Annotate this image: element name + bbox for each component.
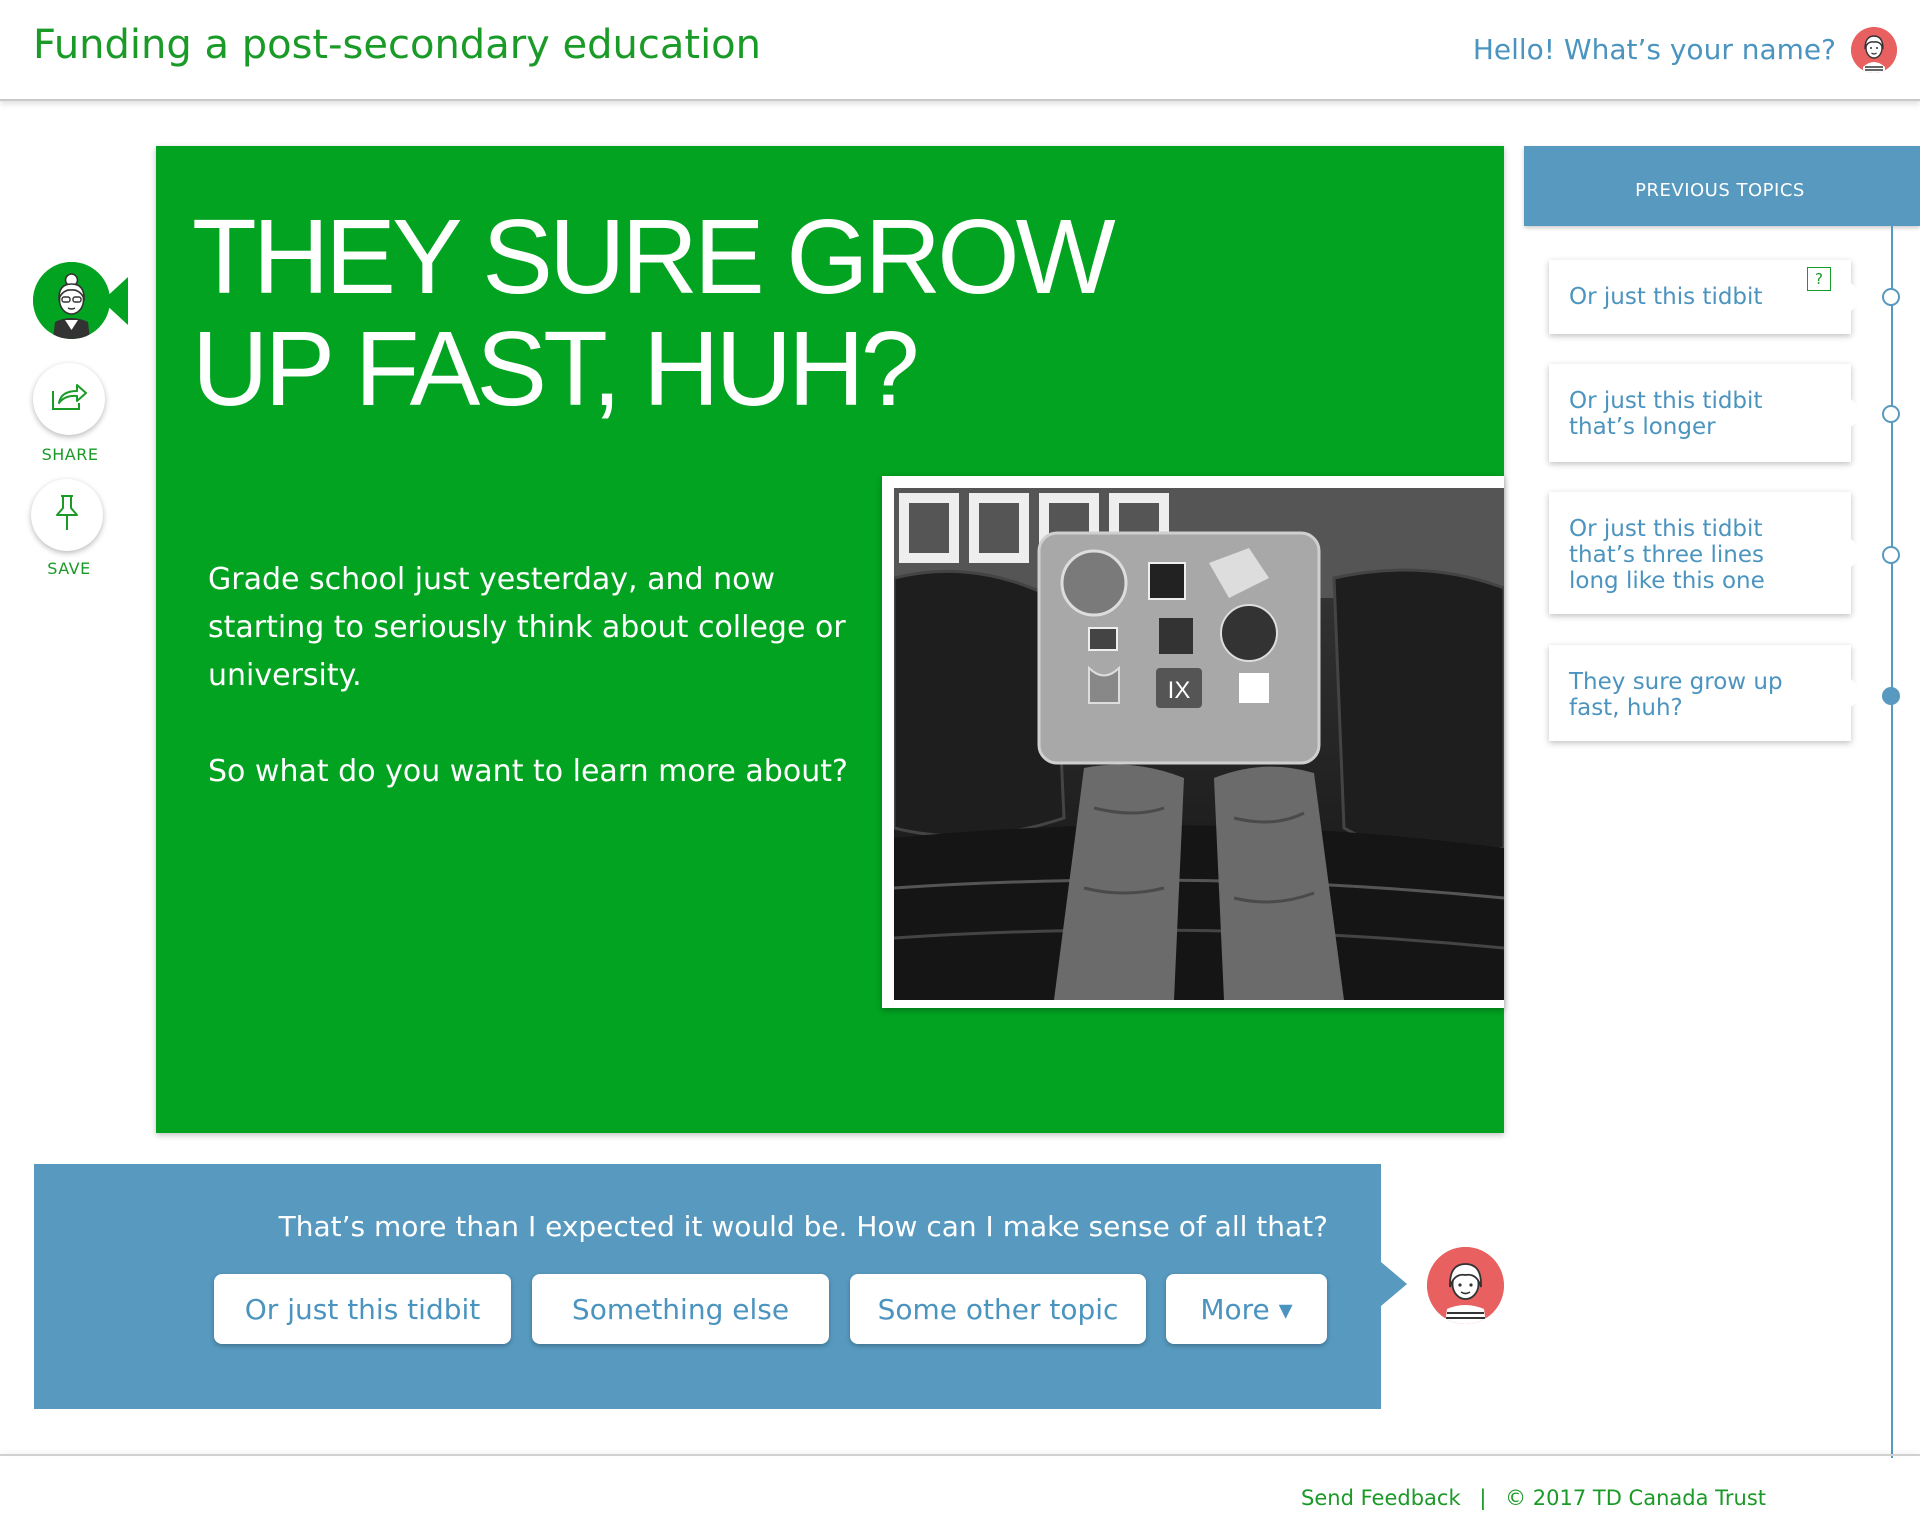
save-label: SAVE [47, 559, 91, 578]
topic-paragraph-1: Grade school just yesterday, and now sta… [208, 562, 846, 693]
previous-topic-item[interactable]: Or just this tidbit that’s longer [1549, 364, 1865, 462]
advisor-pointer [102, 277, 128, 325]
copyright-text: © 2017 TD Canada Trust [1505, 1486, 1766, 1510]
topic-photo-frame: IX [882, 476, 1504, 1008]
student-laptop-photo: IX [894, 488, 1504, 1000]
headline-line-2: UP FAST, HUH? [192, 310, 920, 428]
name-prompt-link[interactable]: Hello! What’s your name? [1473, 33, 1836, 66]
timeline-dot-active[interactable] [1882, 687, 1900, 705]
reply-option-other-topic[interactable]: Some other topic [850, 1274, 1146, 1344]
previous-topic-item[interactable]: Or just this tidbit that’s three lines l… [1549, 492, 1865, 614]
reply-pointer [1381, 1262, 1407, 1306]
previous-topics-header: PREVIOUS TOPICS [1524, 146, 1920, 226]
reply-more-button[interactable]: More ▾ [1166, 1274, 1327, 1344]
topic-item-label: Or just this tidbit [1569, 284, 1763, 310]
footer-divider [0, 1454, 1920, 1456]
reply-panel: That’s more than I expected it would be.… [34, 1164, 1381, 1409]
save-button[interactable] [31, 479, 103, 551]
pin-icon [52, 493, 82, 537]
topic-item-label: Or just this tidbit that’s three lines l… [1569, 516, 1765, 594]
footer-separator: | [1479, 1486, 1487, 1510]
previous-topic-item-active[interactable]: They sure grow up fast, huh? [1549, 645, 1865, 741]
user-avatar-icon[interactable] [1851, 27, 1897, 73]
topic-card: THEY SURE GROW UP FAST, HUH? Grade schoo… [156, 146, 1504, 1133]
topic-item-label: They sure grow up fast, huh? [1569, 669, 1783, 721]
help-icon[interactable]: ? [1807, 267, 1831, 291]
send-feedback-link[interactable]: Send Feedback [1301, 1486, 1461, 1510]
reply-question: That’s more than I expected it would be.… [278, 1210, 1328, 1243]
top-bar: Funding a post-secondary education Hello… [0, 0, 1920, 101]
share-button[interactable] [33, 363, 105, 435]
user-reply-avatar-icon [1427, 1247, 1504, 1324]
topic-headline: THEY SURE GROW UP FAST, HUH? [192, 198, 1116, 428]
svg-text:IX: IX [1168, 677, 1191, 704]
timeline-dot[interactable] [1882, 288, 1900, 306]
page-title: Funding a post-secondary education [33, 22, 762, 68]
advisor-avatar-icon [33, 262, 110, 339]
headline-line-1: THEY SURE GROW [192, 198, 1116, 316]
reply-option-tidbit[interactable]: Or just this tidbit [214, 1274, 511, 1344]
share-icon [49, 381, 89, 417]
previous-topics-title: PREVIOUS TOPICS [1635, 180, 1805, 201]
topic-paragraph-2: So what do you want to learn more about? [208, 754, 848, 789]
share-label: SHARE [41, 445, 99, 464]
previous-topic-item[interactable]: Or just this tidbit ? [1549, 260, 1865, 334]
topic-body: Grade school just yesterday, and now sta… [208, 556, 888, 844]
reply-option-something-else[interactable]: Something else [532, 1274, 829, 1344]
timeline-dot[interactable] [1882, 405, 1900, 423]
timeline-dot[interactable] [1882, 546, 1900, 564]
footer: Send Feedback | © 2017 TD Canada Trust [1301, 1486, 1766, 1510]
topic-item-label: Or just this tidbit that’s longer [1569, 388, 1763, 440]
